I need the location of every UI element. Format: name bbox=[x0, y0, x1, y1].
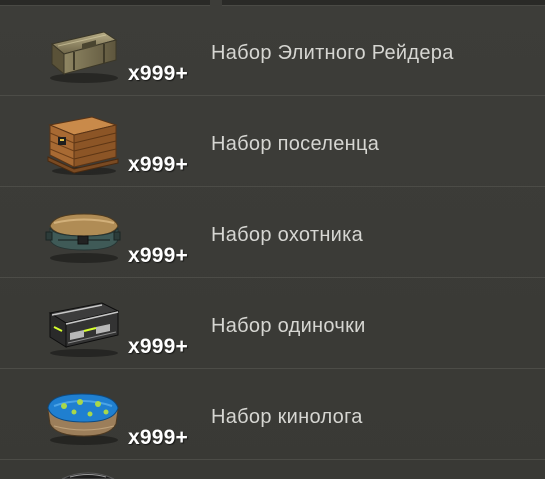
partial-item-icon bbox=[61, 472, 115, 479]
hunter-chest-icon bbox=[44, 206, 122, 266]
item-quantity: x999+ bbox=[128, 62, 188, 85]
item-quantity: x999+ bbox=[128, 335, 188, 358]
item-name: Набор Элитного Рейдера bbox=[211, 42, 454, 64]
item-name: Набор кинолога bbox=[211, 406, 363, 428]
dog-handler-pet-bed-icon bbox=[44, 388, 122, 448]
list-item[interactable]: x999+ Набор охотника bbox=[0, 188, 545, 278]
item-quantity: x999+ bbox=[128, 244, 188, 267]
list-item[interactable]: x999+ Набор кинолога bbox=[0, 370, 545, 460]
list-item-partial[interactable] bbox=[0, 455, 545, 479]
item-name: Набор поселенца bbox=[211, 133, 380, 155]
item-name: Набор охотника bbox=[211, 224, 364, 246]
item-quantity: x999+ bbox=[128, 426, 188, 449]
inventory-list: x999+ Набор Элитного Рейдера x999+ Набор… bbox=[0, 0, 545, 479]
list-item[interactable]: x999+ Набор одиночки bbox=[0, 279, 545, 369]
list-item[interactable]: x999+ Набор поселенца bbox=[0, 97, 545, 187]
settler-wooden-crate-icon bbox=[44, 111, 122, 175]
list-item[interactable]: x999+ Набор Элитного Рейдера bbox=[0, 6, 545, 96]
loner-case-icon bbox=[44, 297, 122, 357]
item-name: Набор одиночки bbox=[211, 315, 366, 337]
elite-raider-crate-icon bbox=[44, 26, 122, 86]
item-quantity: x999+ bbox=[128, 153, 188, 176]
